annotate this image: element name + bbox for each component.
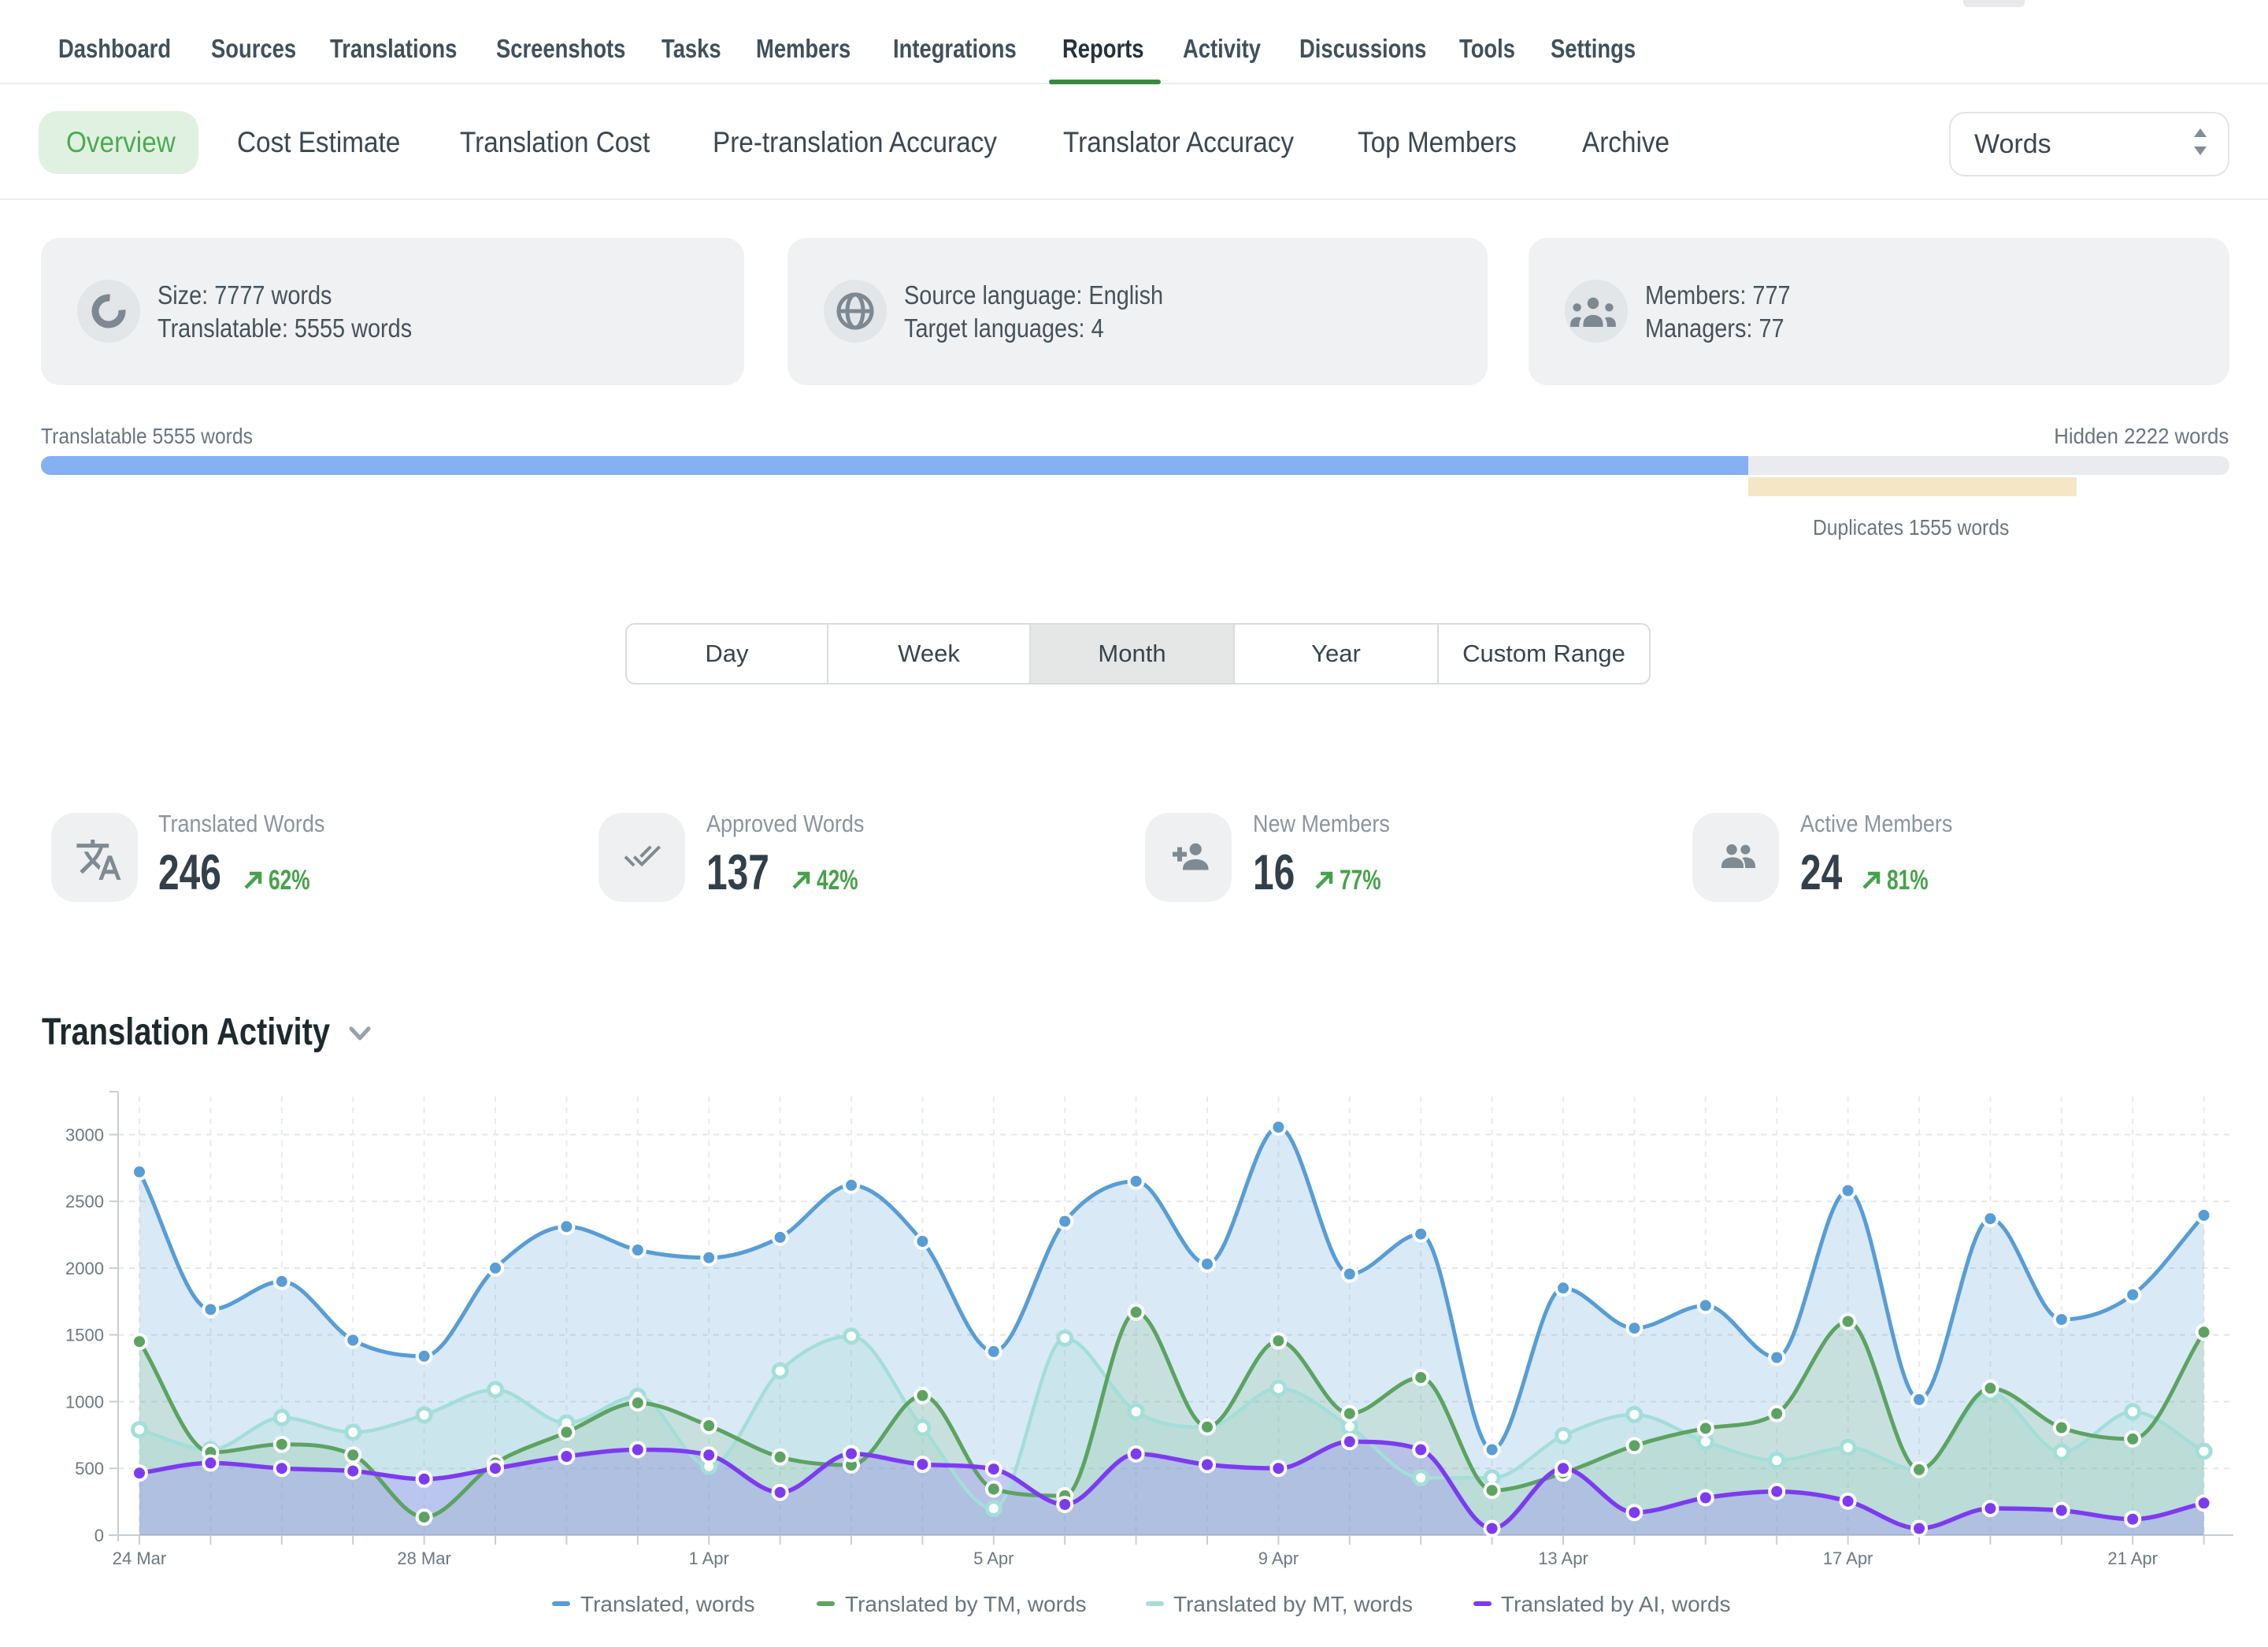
svg-text:28 Mar: 28 Mar — [397, 1549, 450, 1568]
svg-text:2500: 2500 — [65, 1192, 104, 1211]
svg-text:17 Apr: 17 Apr — [1823, 1549, 1873, 1568]
svg-text:21 Apr: 21 Apr — [2107, 1549, 2158, 1568]
svg-text:3000: 3000 — [65, 1126, 104, 1145]
svg-text:5 Apr: 5 Apr — [973, 1549, 1014, 1568]
svg-text:13 Apr: 13 Apr — [1538, 1549, 1588, 1568]
svg-text:0: 0 — [94, 1526, 104, 1545]
svg-text:24 Mar: 24 Mar — [113, 1549, 166, 1568]
svg-text:1000: 1000 — [65, 1393, 104, 1412]
svg-text:500: 500 — [75, 1459, 104, 1478]
svg-text:1 Apr: 1 Apr — [689, 1549, 729, 1568]
svg-text:1500: 1500 — [65, 1326, 104, 1345]
svg-text:2000: 2000 — [65, 1259, 104, 1278]
svg-text:9 Apr: 9 Apr — [1258, 1549, 1299, 1568]
